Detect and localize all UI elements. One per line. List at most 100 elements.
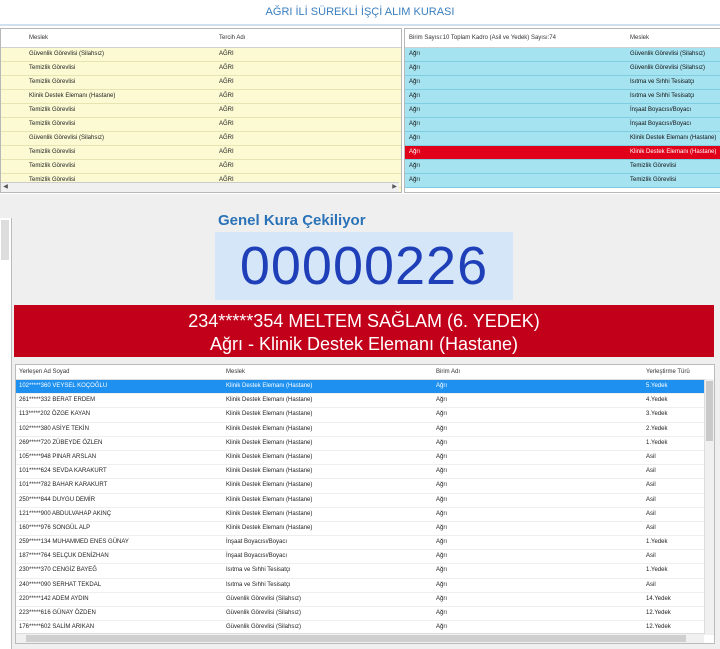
table-row[interactable]: 102*****360 VEYSEL KOÇOĞLU Klinik Destek … — [16, 380, 714, 395]
tercih-grid[interactable]: Meslek Tercih Adı Güvenlik Görevlisi (Si… — [0, 28, 402, 193]
vertical-scrollbar[interactable] — [0, 218, 12, 649]
table-row[interactable]: Temizlik Görevlisi AĞRI — [1, 104, 401, 118]
table-cell: AĞRI — [219, 149, 234, 155]
table-cell: 102*****380 ASİYE TEKİN — [19, 425, 89, 432]
table-cell: Güvenlik Görevlisi (Silahsız) — [630, 51, 706, 57]
table-row[interactable]: Güvenlik Görevlisi (Silahsız) AĞRI — [1, 132, 401, 146]
table-row[interactable]: Temizlik Görevlisi AĞRI — [1, 146, 401, 160]
column-header-tur[interactable]: Yerleştirme Türü — [646, 369, 690, 375]
table-row[interactable]: 187*****764 SELÇUK DENİZHAN İnşaat Boyacı… — [16, 550, 714, 565]
scroll-right-icon[interactable]: ▶ — [390, 183, 399, 192]
table-row[interactable]: 220*****142 ADEM AYDIN Güvenlik Görevlisi… — [16, 593, 714, 607]
grid-header: Birim Sayısı:10 Toplam Kadro (Asil ve Ye… — [405, 29, 720, 48]
kadro-grid[interactable]: Birim Sayısı:10 Toplam Kadro (Asil ve Ye… — [404, 28, 720, 193]
table-row[interactable]: Ağrı Klinik Destek Elemanı (Hastane) — [405, 146, 720, 160]
table-header: Yerleşen Ad Soyad Meslek Birim Adı Yerle… — [16, 365, 714, 380]
table-cell: 1.Yedek — [646, 539, 668, 546]
table-cell: 101*****782 BAHAR KARAKURT — [19, 482, 108, 489]
table-row[interactable]: 101*****624 SEVDA KARAKURT Klinik Destek … — [16, 465, 714, 480]
table-row[interactable]: 240*****090 SERHAT TEKDAL Isıtma ve Sıhhi… — [16, 579, 714, 593]
table-cell: Güvenlik Görevlisi (Silahsız) — [29, 135, 105, 141]
table-row[interactable]: 121*****900 ABDULVAHAP AKINÇ Klinik Deste… — [16, 508, 714, 522]
number-display: 00000226 — [215, 232, 513, 300]
table-cell: Klinik Destek Elemanı (Hastane) — [226, 468, 313, 475]
column-header-birim[interactable]: Birim Sayısı:10 Toplam Kadro (Asil ve Ye… — [409, 35, 556, 41]
table-row[interactable]: Güvenlik Görevlisi (Silahsız) AĞRI — [1, 48, 401, 62]
table-row[interactable]: Temizlik Görevlisi AĞRI — [1, 118, 401, 132]
table-cell: 4.Yedek — [646, 397, 668, 404]
column-header-tercih[interactable]: Tercih Adı — [219, 35, 245, 41]
table-row[interactable]: Klinik Destek Elemanı (Hastane) AĞRI — [1, 90, 401, 104]
winner-position: Ağrı - Klinik Destek Elemanı (Hastane) — [209, 334, 519, 354]
horizontal-scrollbar[interactable] — [16, 633, 704, 643]
column-header-meslek[interactable]: Meslek — [630, 35, 649, 41]
table-row[interactable]: 250*****844 DUYGU DEMİR Klinik Destek Ele… — [16, 494, 714, 508]
table-row[interactable]: 102*****380 ASİYE TEKİN Klinik Destek Ele… — [16, 423, 714, 437]
table-row[interactable]: 105*****948 PINAR ARSLAN Klinik Destek El… — [16, 451, 714, 466]
table-cell: AĞRI — [219, 93, 234, 99]
table-cell: 2.Yedek — [646, 425, 668, 432]
table-cell: Klinik Destek Elemanı (Hastane) — [226, 411, 313, 418]
table-row[interactable]: 230*****370 CENGİZ BAYEĞ Isıtma ve Sıhhi … — [16, 564, 714, 579]
table-cell: Temizlik Görevlisi — [29, 107, 76, 113]
table-cell: 1.Yedek — [646, 439, 668, 446]
table-row[interactable]: Temizlik Görevlisi AĞRI — [1, 62, 401, 76]
vertical-scrollbar[interactable] — [704, 379, 714, 634]
column-header-birim[interactable]: Birim Adı — [436, 369, 460, 375]
horizontal-scrollbar[interactable]: ◀ ▶ — [1, 182, 399, 192]
table-cell: Isıtma ve Sıhhi Tesisatçı — [630, 79, 695, 85]
table-row[interactable]: 261*****332 BERAT ERDEM Klinik Destek Ele… — [16, 394, 714, 409]
scroll-thumb[interactable] — [26, 635, 686, 642]
table-cell: Ağrı — [436, 468, 448, 475]
table-row[interactable]: 160*****976 SONGÜL ALP Klinik Destek Elem… — [16, 522, 714, 537]
table-row[interactable]: Ağrı Güvenlik Görevlisi (Silahsız) — [405, 62, 720, 76]
table-row[interactable]: Ağrı Temizlik Görevlisi — [405, 160, 720, 174]
table-row[interactable]: 101*****782 BAHAR KARAKURT Klinik Destek … — [16, 479, 714, 494]
table-row[interactable]: 269*****720 ZÜBEYDE ÖZLEN Klinik Destek E… — [16, 437, 714, 451]
table-cell: Asil — [646, 581, 656, 588]
scroll-left-icon[interactable]: ◀ — [1, 183, 10, 192]
table-cell: AĞRI — [219, 107, 234, 113]
table-cell: İnşaat Boyacısı/Boyacı — [630, 121, 692, 127]
table-cell: AĞRI — [219, 163, 234, 169]
table-row[interactable]: Ağrı Isıtma ve Sıhhi Tesisatçı — [405, 90, 720, 104]
table-cell: Temizlik Görevlisi — [29, 65, 76, 71]
table-row[interactable]: Temizlik Görevlisi AĞRI — [1, 76, 401, 90]
table-cell: 113*****202 ÖZGE KAYAN — [19, 411, 91, 418]
table-cell: Ağrı — [436, 411, 448, 418]
table-cell: Ağrı — [436, 383, 448, 389]
table-cell: Güvenlik Görevlisi (Silahsız) — [29, 51, 105, 57]
table-row[interactable]: 223*****616 GÜNAY ÖZDEN Güvenlik Görevlis… — [16, 607, 714, 622]
scroll-thumb[interactable] — [706, 381, 713, 441]
table-cell: Asil — [646, 496, 656, 503]
table-row[interactable]: 259*****134 MUHAMMED ENES GÜNAY İnşaat Bo… — [16, 536, 714, 551]
results-table[interactable]: Yerleşen Ad Soyad Meslek Birim Adı Yerle… — [15, 364, 715, 644]
column-header-meslek[interactable]: Meslek — [29, 35, 48, 41]
table-row[interactable]: Ağrı Temizlik Görevlisi — [405, 174, 720, 188]
table-cell: 5.Yedek — [646, 383, 668, 389]
table-cell: 261*****332 BERAT ERDEM — [19, 397, 96, 404]
table-row[interactable]: Temizlik Görevlisi AĞRI — [1, 160, 401, 174]
grid-header: Meslek Tercih Adı — [1, 29, 401, 48]
table-row[interactable]: Ağrı İnşaat Boyacısı/Boyacı — [405, 118, 720, 132]
column-header-meslek[interactable]: Meslek — [226, 369, 245, 375]
table-cell: Temizlik Görevlisi — [29, 121, 76, 127]
table-row[interactable]: Ağrı Güvenlik Görevlisi (Silahsız) — [405, 48, 720, 62]
column-header-ad-soyad[interactable]: Yerleşen Ad Soyad — [19, 369, 69, 375]
table-cell: Klinik Destek Elemanı (Hastane) — [29, 93, 116, 99]
table-cell: Klinik Destek Elemanı (Hastane) — [226, 453, 313, 460]
table-cell: Ağrı — [409, 163, 421, 169]
scroll-thumb[interactable] — [1, 220, 9, 260]
table-cell: Ağrı — [436, 482, 448, 489]
table-cell: Klinik Destek Elemanı (Hastane) — [226, 383, 313, 389]
table-cell: Klinik Destek Elemanı (Hastane) — [226, 425, 313, 432]
table-cell: Ağrı — [436, 624, 448, 631]
table-cell: İnşaat Boyacısı/Boyacı — [630, 107, 692, 113]
table-row[interactable]: 113*****202 ÖZGE KAYAN Klinik Destek Elem… — [16, 408, 714, 423]
table-cell: 102*****360 VEYSEL KOÇOĞLU — [19, 383, 108, 389]
table-cell: Ağrı — [436, 496, 448, 503]
draw-heading: Genel Kura Çekiliyor — [218, 212, 366, 229]
table-row[interactable]: Ağrı İnşaat Boyacısı/Boyacı — [405, 104, 720, 118]
table-row[interactable]: Ağrı Isıtma ve Sıhhi Tesisatçı — [405, 76, 720, 90]
table-row[interactable]: Ağrı Klinik Destek Elemanı (Hastane) — [405, 132, 720, 146]
